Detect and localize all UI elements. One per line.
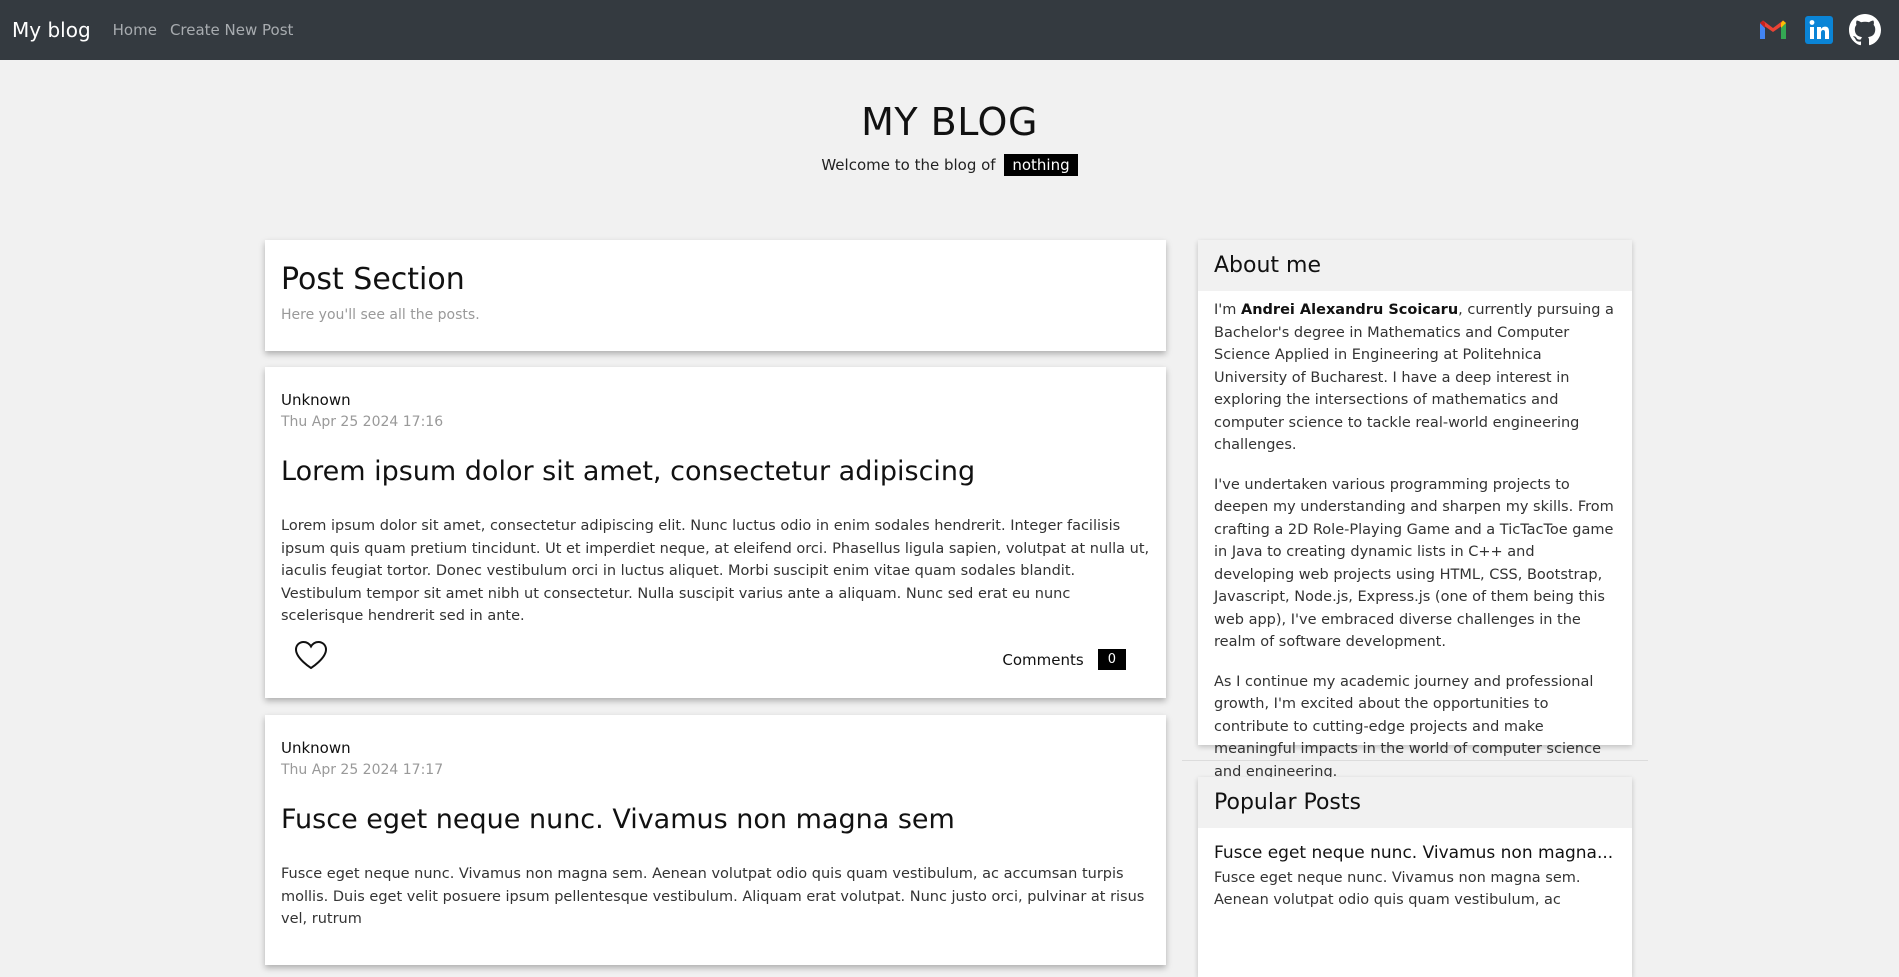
popular-posts-card: Popular Posts Fusce eget neque nunc. Viv…	[1198, 777, 1632, 977]
page-subtitle: Welcome to the blog of nothing	[0, 154, 1899, 176]
about-paragraph: I've undertaken various programming proj…	[1214, 476, 1614, 651]
sidebar-divider	[1182, 760, 1648, 761]
nav-link-home[interactable]: Home	[113, 21, 157, 39]
social-links	[1757, 14, 1881, 46]
nav-link-create-post[interactable]: Create New Post	[170, 21, 293, 39]
linkedin-icon[interactable]	[1803, 14, 1835, 46]
post-section-description: Here you'll see all the posts.	[281, 307, 480, 323]
popular-post-excerpt: Fusce eget neque nunc. Vivamus non magna…	[1214, 869, 1581, 909]
post-author: Unknown	[281, 391, 351, 409]
comments-button[interactable]: Comments 0	[1002, 649, 1126, 670]
post-body: Lorem ipsum dolor sit amet, consectetur …	[281, 518, 1150, 624]
comments-count-badge: 0	[1097, 649, 1126, 670]
post-section-card: Post Section Here you'll see all the pos…	[265, 240, 1166, 351]
github-icon[interactable]	[1849, 14, 1881, 46]
top-navbar: My blog Home Create New Post	[0, 0, 1899, 60]
about-me-card: About me I'm Andrei Alexandru Scoicaru, …	[1198, 240, 1632, 780]
post-author: Unknown	[281, 739, 351, 757]
post-footer: Comments 0	[265, 624, 1166, 698]
post-section-title: Post Section	[281, 262, 465, 297]
post-body: Fusce eget neque nunc. Vivamus non magna…	[281, 866, 1145, 927]
about-paragraph: As I continue my academic journey and pr…	[1214, 673, 1601, 780]
popular-posts-body: Fusce eget neque nunc. Vivamus non magna…	[1198, 828, 1632, 920]
about-me-title: About me	[1198, 240, 1632, 291]
popular-post-title[interactable]: Fusce eget neque nunc. Vivamus non magna…	[1214, 842, 1616, 865]
post-date: Thu Apr 25 2024 17:17	[281, 762, 444, 778]
post-title[interactable]: Lorem ipsum dolor sit amet, consectetur …	[281, 456, 1150, 487]
subtitle-text: Welcome to the blog of	[821, 156, 996, 174]
post-date: Thu Apr 25 2024 17:16	[281, 414, 444, 430]
subtitle-badge: nothing	[1004, 154, 1078, 176]
author-name: Andrei Alexandru Scoicaru	[1241, 302, 1459, 318]
post-card: Unknown Thu Apr 25 2024 17:16 Lorem ipsu…	[265, 367, 1166, 698]
post-title[interactable]: Fusce eget neque nunc. Vivamus non magna…	[281, 804, 1150, 835]
comments-label: Comments	[1002, 650, 1084, 669]
like-heart-icon[interactable]	[294, 640, 328, 674]
brand-link[interactable]: My blog	[12, 18, 91, 42]
gmail-icon[interactable]	[1757, 14, 1789, 46]
post-card: Unknown Thu Apr 25 2024 17:17 Fusce eget…	[265, 715, 1166, 965]
about-me-body: I'm Andrei Alexandru Scoicaru, currently…	[1198, 291, 1632, 808]
popular-posts-title: Popular Posts	[1198, 777, 1632, 828]
about-paragraph: I'm Andrei Alexandru Scoicaru, currently…	[1214, 302, 1614, 453]
page-title: MY BLOG	[861, 100, 1038, 144]
